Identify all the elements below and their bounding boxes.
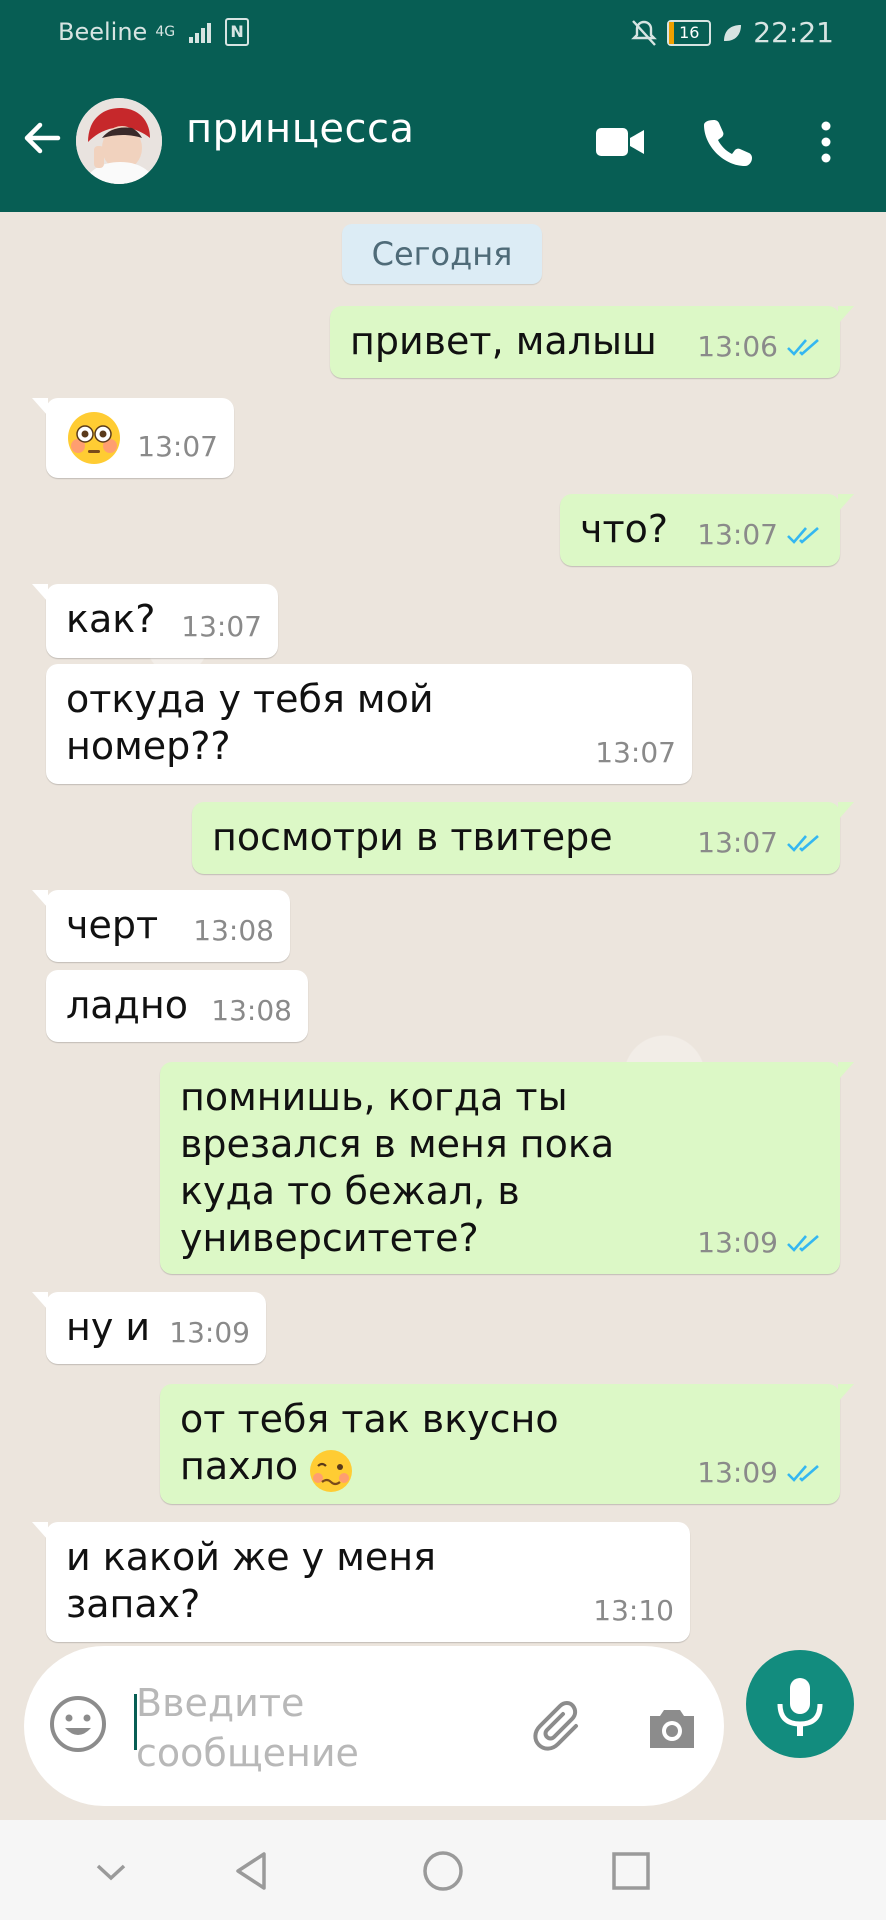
more-menu-icon[interactable] xyxy=(798,114,854,170)
read-ticks-icon xyxy=(787,1464,819,1482)
message-time: 13:07 xyxy=(181,610,262,643)
message-text: помнишь, когда ты врезался в меня пока к… xyxy=(180,1075,615,1260)
network-type: 4G xyxy=(155,24,176,40)
read-ticks-icon xyxy=(787,1234,819,1252)
message-text: черт xyxy=(66,903,159,947)
message-time: 13:07 xyxy=(697,518,778,551)
message-incoming[interactable]: и какой же у меня запах? 13:10 xyxy=(32,1522,690,1642)
message-text: как? xyxy=(66,597,156,641)
message-time: 13:08 xyxy=(211,994,292,1027)
clock: 22:21 xyxy=(753,16,834,49)
message-text: что? xyxy=(580,507,669,551)
back-nav-icon[interactable] xyxy=(228,1846,278,1896)
mute-bell-icon xyxy=(631,19,658,46)
message-text: посмотри в твитере xyxy=(212,815,613,859)
message-time: 13:10 xyxy=(593,1594,674,1627)
read-ticks-icon xyxy=(787,834,819,852)
message-text: ладно xyxy=(66,983,188,1027)
date-chip: Сегодня xyxy=(342,224,542,284)
battery-icon: 16 xyxy=(667,19,712,46)
message-outgoing[interactable]: от тебя так вкусно пахло 13:09 xyxy=(160,1384,854,1504)
message-outgoing[interactable]: привет, малыш 13:06 xyxy=(330,306,854,378)
woozy-face-emoji-icon xyxy=(310,1450,352,1492)
message-time: 13:07 xyxy=(697,826,778,859)
home-nav-icon[interactable] xyxy=(418,1846,468,1896)
leaf-icon xyxy=(724,24,742,41)
message-time: 13:08 xyxy=(193,914,274,947)
message-outgoing[interactable]: посмотри в твитере 13:07 xyxy=(192,802,854,874)
carrier-label: Beeline xyxy=(58,18,148,46)
system-nav-bar xyxy=(0,1820,886,1920)
flushed-face-emoji-icon xyxy=(68,412,120,464)
avatar[interactable] xyxy=(76,98,162,184)
back-arrow-icon[interactable] xyxy=(20,116,64,160)
battery-level: 16 xyxy=(679,22,700,42)
message-time: 13:09 xyxy=(697,1456,778,1489)
status-bar: Beeline 4G N 16 22:21 xyxy=(0,0,886,72)
attach-icon[interactable] xyxy=(532,1700,588,1756)
message-composer: Введите сообщение xyxy=(24,1646,724,1806)
emoji-icon[interactable] xyxy=(48,1694,108,1754)
recents-nav-icon[interactable] xyxy=(606,1846,656,1896)
read-ticks-icon xyxy=(787,338,819,356)
hide-keyboard-icon[interactable] xyxy=(86,1846,136,1896)
message-incoming[interactable]: ну и 13:09 xyxy=(32,1292,266,1364)
message-text: и какой же у меня запах? xyxy=(66,1535,436,1626)
message-time: 13:06 xyxy=(697,330,778,363)
read-ticks-icon xyxy=(787,526,819,544)
contact-name[interactable]: принцесса xyxy=(186,106,415,152)
message-text: откуда у тебя мой номер?? xyxy=(66,677,434,768)
message-input[interactable]: Введите сообщение xyxy=(136,1678,436,1778)
message-time: 13:07 xyxy=(595,736,676,769)
message-outgoing[interactable]: помнишь, когда ты врезался в меня пока к… xyxy=(160,1062,854,1274)
message-incoming[interactable]: ладно 13:08 xyxy=(46,970,308,1042)
chat-header: принцесса xyxy=(0,72,886,212)
nfc-icon: N xyxy=(225,18,250,46)
message-incoming[interactable]: как? 13:07 xyxy=(32,584,278,658)
message-text: привет, малыш xyxy=(350,319,657,363)
message-text: от тебя так вкусно пахло xyxy=(180,1397,559,1488)
signal-icon xyxy=(189,21,212,43)
message-time: 13:07 xyxy=(137,430,218,463)
microphone-icon xyxy=(777,1678,823,1736)
camera-icon[interactable] xyxy=(644,1700,700,1756)
voice-call-icon[interactable] xyxy=(700,114,756,170)
message-time: 13:09 xyxy=(697,1226,778,1259)
message-incoming[interactable]: черт 13:08 xyxy=(32,890,290,962)
message-list[interactable]: Сегодня привет, малыш 13:06 13:07 что? 1… xyxy=(0,212,886,1652)
video-call-icon[interactable] xyxy=(592,114,648,170)
message-incoming[interactable]: 13:07 xyxy=(32,398,234,478)
message-text: ну и xyxy=(66,1305,151,1349)
message-incoming[interactable]: откуда у тебя мой номер?? 13:07 xyxy=(46,664,692,784)
message-outgoing[interactable]: что? 13:07 xyxy=(560,494,854,566)
message-time: 13:09 xyxy=(169,1316,250,1349)
voice-record-button[interactable] xyxy=(746,1650,854,1758)
